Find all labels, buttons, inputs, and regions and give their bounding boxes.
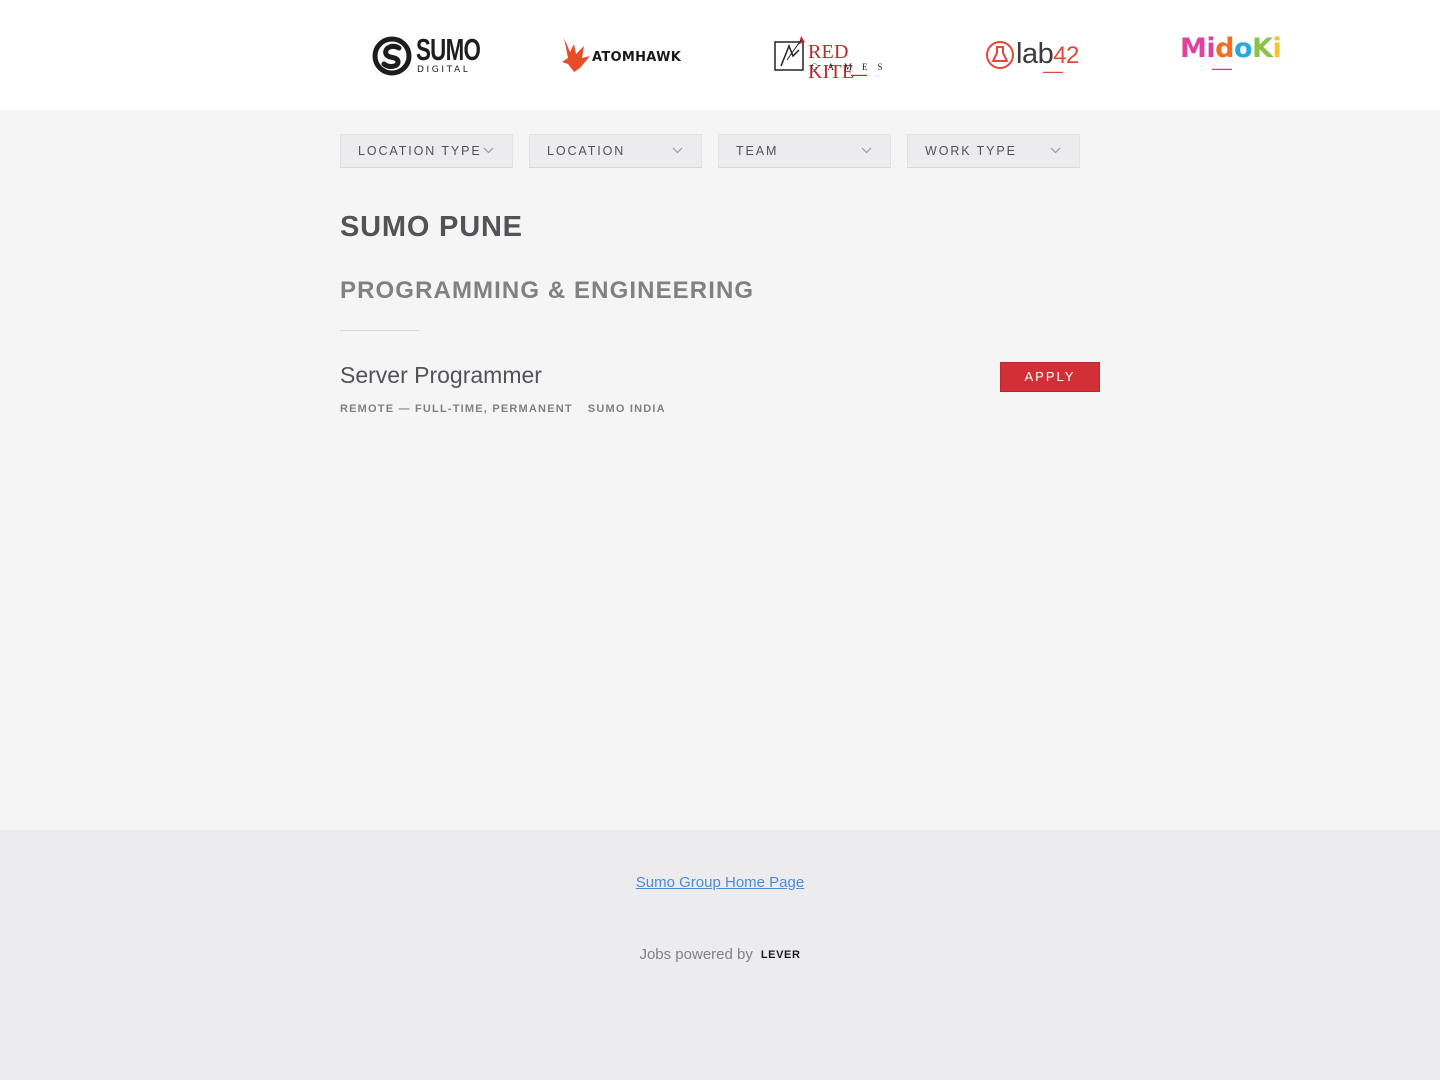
hawk-icon: [562, 38, 590, 72]
powered-by-text: Jobs powered by: [639, 946, 753, 963]
lab42-logo-lab: lab: [1016, 38, 1054, 70]
team-title: PROGRAMMING & ENGINEERING: [340, 277, 755, 304]
chevron-down-icon: [1050, 147, 1061, 154]
filter-location-type-label: Location type: [358, 144, 482, 158]
section-divider: [340, 330, 419, 331]
powered-by: Jobs powered by LEVER: [0, 947, 1440, 962]
kite-icon: [774, 36, 805, 71]
midoki-tagline-mark: ▬▬▬▬▬: [1212, 66, 1232, 71]
midoki-logo-letter: i: [1272, 33, 1282, 64]
midoki-logo-letter: o: [1233, 33, 1253, 64]
apply-button[interactable]: APPLY: [1000, 362, 1100, 392]
sumo-swirl-icon: [372, 36, 412, 76]
job-posting: Server Programmer REMOTE — FULL-TIME, PE…: [340, 360, 1100, 424]
lab42-logo-num: 42: [1053, 42, 1079, 69]
midoki-logo-letter: d: [1215, 33, 1234, 64]
logo-bar: SUMO DIGITAL ATOMHAWK RED KITE GAMES ▬▬▬…: [0, 0, 1440, 110]
group-title: SUMO PUNE: [340, 211, 523, 243]
flask-icon: [986, 41, 1014, 69]
home-page-link[interactable]: Sumo Group Home Page: [636, 874, 804, 891]
filter-team-label: Team: [736, 144, 779, 158]
midoki-logo-letter: i: [1206, 33, 1216, 64]
filter-work-type[interactable]: Work type: [907, 134, 1080, 168]
filter-location[interactable]: Location: [529, 134, 702, 168]
filter-team[interactable]: Team: [718, 134, 891, 168]
filter-bar: Location type Location Team Work type: [340, 134, 1100, 168]
midoki-logo-word: MidoKi: [1180, 33, 1282, 64]
sumo-logo-sub: DIGITAL: [417, 65, 471, 75]
posting-title-link[interactable]: Server Programmer: [340, 364, 542, 387]
chevron-down-icon: [861, 147, 872, 154]
filter-location-type[interactable]: Location type: [340, 134, 513, 168]
filter-work-type-label: Work type: [925, 144, 1017, 158]
midoki-logo[interactable]: MidoKi ▬▬▬▬▬: [1180, 30, 1295, 82]
red-kite-logo[interactable]: RED KITE GAMES ▬▬▬▬: [773, 30, 898, 82]
posting-location: REMOTE — FULL-TIME, PERMANENT: [340, 403, 573, 415]
midoki-logo-letter: M: [1180, 33, 1207, 64]
lever-logo[interactable]: LEVER: [761, 950, 801, 961]
sumo-logo-word: SUMO: [416, 32, 481, 67]
chevron-down-icon: [483, 147, 494, 154]
midoki-logo-letter: K: [1252, 33, 1273, 64]
footer: Sumo Group Home Page Jobs powered by LEVE…: [0, 830, 1440, 1080]
lab42-logo-word: lab42: [1016, 40, 1079, 69]
filter-location-label: Location: [547, 144, 626, 158]
lab42-logo[interactable]: lab42 ▬▬▬▬▬: [985, 30, 1095, 82]
posting-meta: REMOTE — FULL-TIME, PERMANENT SUMO INDIA: [340, 404, 681, 415]
atomhawk-logo-word: ATOMHAWK: [592, 50, 682, 65]
posting-team: SUMO INDIA: [587, 403, 666, 415]
red-kite-tagline-mark: ▬▬▬▬: [851, 72, 867, 77]
red-kite-logo-sub: GAMES: [811, 62, 893, 72]
footer-home-link-wrap: Sumo Group Home Page: [0, 875, 1440, 890]
sumo-digital-logo[interactable]: SUMO DIGITAL: [370, 30, 481, 82]
chevron-down-icon: [672, 147, 683, 154]
lab42-tagline-mark: ▬▬▬▬▬: [1043, 69, 1063, 74]
atomhawk-logo[interactable]: ATOMHAWK: [560, 30, 685, 82]
